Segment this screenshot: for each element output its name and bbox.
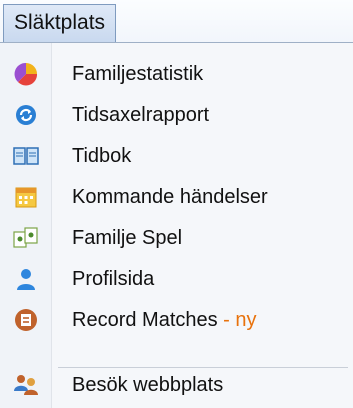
person-icon [0, 258, 52, 300]
menu-item-label: Kommande händelser [72, 185, 268, 208]
open-book-icon [0, 135, 52, 177]
menu-item-familje-spel[interactable]: Familje Spel [0, 217, 353, 259]
menu-item-label: Tidbok [72, 144, 132, 167]
new-badge: - ny [217, 308, 257, 331]
menu-item-label: Profilsida [72, 267, 155, 290]
menu-item-profilsida[interactable]: Profilsida [0, 258, 353, 300]
menu-item-tidbok[interactable]: Tidbok [0, 135, 353, 177]
pie-chart-icon [0, 53, 52, 95]
record-matches-label: Record Matches [72, 308, 218, 331]
dropdown-menu: Familjestatistik Tidsaxelrapport Tidbok … [0, 42, 353, 408]
menu-bar: Släktplats [0, 0, 353, 46]
menu-item-label: Familjestatistik [72, 62, 204, 85]
record-matches-icon [0, 299, 52, 341]
menu-item-label: Familje Spel [72, 226, 183, 249]
menu-item-besok-webbplats[interactable]: Besök webbplats [0, 364, 353, 406]
menu-item-label: Besök webbplats [72, 373, 224, 396]
people-icon [0, 364, 52, 406]
menu-item-record-matches[interactable]: Record Matches - ny [0, 299, 353, 341]
game-cards-icon [0, 217, 52, 259]
menu-item-label: Record Matches - ny [72, 309, 257, 332]
calendar-icon [0, 176, 52, 218]
menu-item-familjestatistik[interactable]: Familjestatistik [0, 53, 353, 95]
menu-slaktplats[interactable]: Släktplats [3, 4, 117, 42]
menu-item-kommande-handelser[interactable]: Kommande händelser [0, 176, 353, 218]
menu-item-label: Tidsaxelrapport [72, 103, 210, 126]
timeline-cycle-icon [0, 94, 52, 136]
menu-item-tidsaxelrapport[interactable]: Tidsaxelrapport [0, 94, 353, 136]
